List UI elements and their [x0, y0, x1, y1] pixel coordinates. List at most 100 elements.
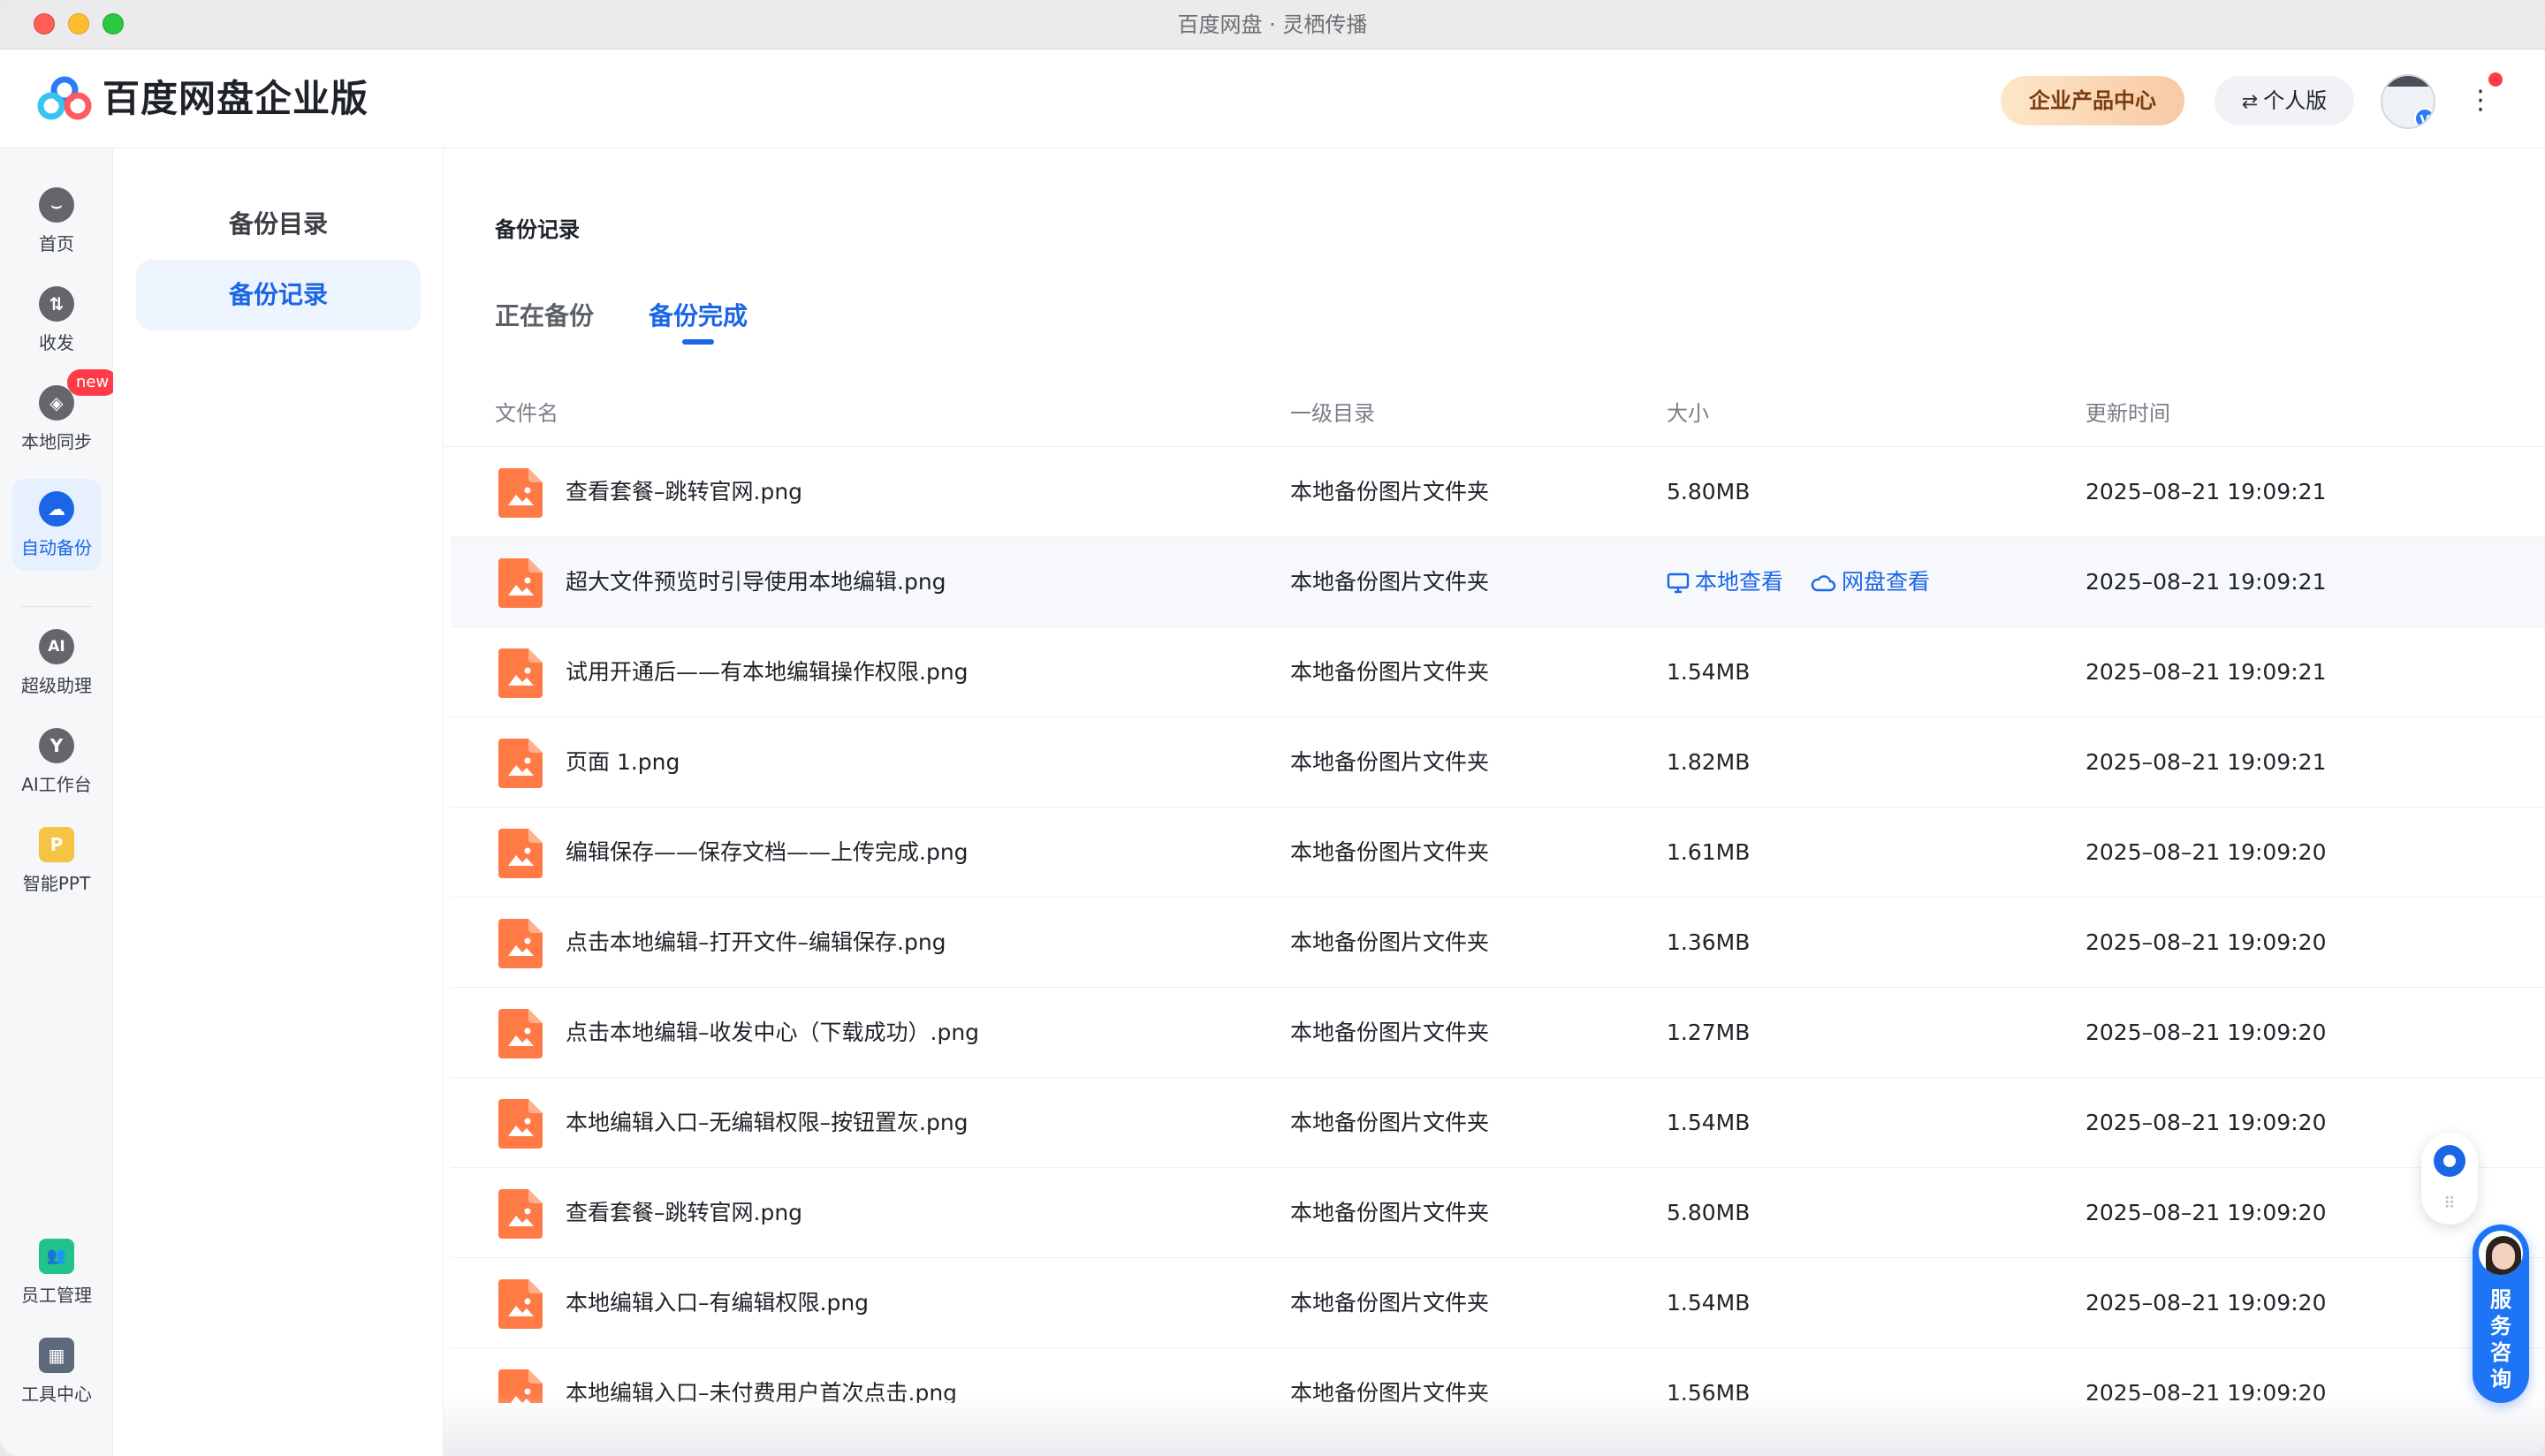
- switch-personal-button[interactable]: ⇄ 个人版: [2215, 76, 2354, 125]
- rail-item-home[interactable]: ⌣ 首页: [12, 175, 101, 267]
- column-header-name[interactable]: 文件名: [495, 380, 558, 447]
- more-menu-icon[interactable]: ⋮: [2467, 81, 2494, 120]
- table-row[interactable]: 点击本地编辑–收发中心（下载成功）.png 本地备份图片文件夹 1.27MB 2025…: [451, 988, 2545, 1078]
- rail-label: 本地同步: [21, 431, 92, 452]
- file-directory: 本地备份图片文件夹: [1290, 1290, 1490, 1316]
- file-directory: 本地备份图片文件夹: [1290, 839, 1490, 865]
- file-name: 查看套餐–跳转官网.png: [566, 1200, 803, 1225]
- table-row[interactable]: 页面 1.png 本地备份图片文件夹 1.82MB 2025–08–21 19:09:…: [451, 717, 2545, 808]
- table-row[interactable]: 点击本地编辑–打开文件–编辑保存.png 本地备份图片文件夹 1.36MB 2025–…: [451, 898, 2545, 988]
- rail-item-sync[interactable]: ◈ 本地同步 new: [12, 369, 118, 465]
- file-size: 1.27MB: [1667, 1020, 1751, 1045]
- table-row[interactable]: 超大文件预览时引导使用本地编辑.png 本地备份图片文件夹 本地查看 网盘查看 2025…: [451, 537, 2545, 627]
- tab-backing-up[interactable]: 正在备份: [495, 297, 594, 332]
- staff-icon: 👥: [39, 1239, 74, 1274]
- rail-item-ai-assistant[interactable]: AI 超级助理: [12, 617, 101, 709]
- file-name: 查看套餐–跳转官网.png: [566, 479, 803, 504]
- subnav-backup-records[interactable]: 备份记录: [136, 260, 421, 330]
- file-directory: 本地备份图片文件夹: [1290, 1110, 1490, 1135]
- floating-assistant[interactable]: ⠿: [2421, 1133, 2478, 1225]
- file-size: 1.36MB: [1667, 929, 1751, 955]
- column-header-time[interactable]: 更新时间: [2085, 380, 2170, 447]
- update-time: 2025–08–21 19:09:21: [2085, 479, 2327, 504]
- brand-title: 百度网盘企业版: [103, 77, 369, 120]
- image-file-icon: [498, 1009, 543, 1058]
- file-directory: 本地备份图片文件夹: [1290, 1200, 1490, 1225]
- enterprise-product-center-button[interactable]: 企业产品中心: [2001, 76, 2184, 125]
- image-file-icon: [498, 1099, 543, 1149]
- subnav-backup-directory[interactable]: 备份目录: [136, 189, 421, 260]
- list-fade: [444, 1394, 2545, 1456]
- ai-workbench-icon: Y: [39, 728, 74, 763]
- image-file-icon: [498, 1189, 543, 1239]
- column-header-dir[interactable]: 一级目录: [1290, 380, 1375, 447]
- tools-icon: ▦: [39, 1338, 74, 1373]
- cloud-icon: [1811, 575, 1836, 592]
- file-directory: 本地备份图片文件夹: [1290, 659, 1490, 685]
- file-name: 点击本地编辑–收发中心（下载成功）.png: [566, 1020, 980, 1045]
- service-consult-label: 服务咨询: [2490, 1287, 2511, 1392]
- table-row[interactable]: 本地编辑入口–无编辑权限–按钮置灰.png 本地备份图片文件夹 1.54MB 2025…: [451, 1078, 2545, 1168]
- file-directory: 本地备份图片文件夹: [1290, 1020, 1490, 1045]
- rail-item-tools[interactable]: ▦ 工具中心: [12, 1325, 101, 1417]
- update-time: 2025–08–21 19:09:21: [2085, 569, 2327, 595]
- home-icon: ⌣: [39, 187, 74, 223]
- update-time: 2025–08–21 19:09:21: [2085, 659, 2327, 685]
- file-size: 1.61MB: [1667, 839, 1751, 865]
- table-row[interactable]: 查看套餐–跳转官网.png 本地备份图片文件夹 5.80MB 2025–08–21 1…: [451, 1168, 2545, 1258]
- table-row[interactable]: 试用开通后——有本地编辑操作权限.png 本地备份图片文件夹 1.54MB 2025–…: [451, 627, 2545, 717]
- rail-item-cloud-backup[interactable]: ☁ 自动备份: [12, 479, 101, 571]
- cloud-view-button[interactable]: 网盘查看: [1810, 537, 1930, 627]
- column-header-size[interactable]: 大小: [1667, 380, 1709, 447]
- backup-file-list[interactable]: 查看套餐–跳转官网.png 本地备份图片文件夹 5.80MB 2025–08–21 1…: [451, 447, 2545, 1403]
- file-name: 超大文件预览时引导使用本地编辑.png: [566, 569, 946, 595]
- update-time: 2025–08–21 19:09:20: [2085, 1200, 2327, 1225]
- page-title: 备份记录: [495, 217, 580, 242]
- rail-label: 自动备份: [21, 537, 92, 558]
- file-directory: 本地备份图片文件夹: [1290, 749, 1490, 775]
- file-size: 1.54MB: [1667, 1110, 1751, 1135]
- table-row[interactable]: 查看套餐–跳转官网.png 本地备份图片文件夹 5.80MB 2025–08–21 1…: [451, 447, 2545, 537]
- rail-label: 收发: [39, 332, 74, 353]
- rail-item-transfer[interactable]: ⇅ 收发: [12, 274, 101, 366]
- notification-dot: [2488, 72, 2503, 87]
- rail-item-staff[interactable]: 👥 员工管理: [12, 1226, 101, 1318]
- tab-backup-completed[interactable]: 备份完成: [649, 297, 748, 332]
- main-content: 备份记录 正在备份 备份完成 文件名 一级目录 大小 更新时间 查看套餐–跳转官…: [444, 148, 2545, 1456]
- image-file-icon: [498, 829, 543, 878]
- local-view-label: 本地查看: [1695, 569, 1784, 595]
- service-consult-button[interactable]: 服务咨询: [2473, 1225, 2529, 1403]
- rail-label: AI工作台: [21, 774, 92, 795]
- image-file-icon: [498, 919, 543, 968]
- rail-label: 智能PPT: [22, 873, 91, 894]
- cloud-backup-icon: ☁: [39, 491, 74, 527]
- local-view-button[interactable]: 本地查看: [1667, 537, 1783, 627]
- file-size: 1.54MB: [1667, 659, 1751, 685]
- rail-label: 超级助理: [21, 675, 92, 696]
- cloud-view-label: 网盘查看: [1842, 569, 1931, 595]
- file-name: 试用开通后——有本地编辑操作权限.png: [566, 659, 969, 685]
- table-row[interactable]: 编辑保存——保存文档——上传完成.png 本地备份图片文件夹 1.61MB 2025–…: [451, 808, 2545, 898]
- assistant-icon[interactable]: [2434, 1145, 2465, 1177]
- app-window: 百度网盘 · 灵栖传播 百度网盘企业版 企业产品中心 ⇄ 个人版 V ⋮ ⌣ 首页 ⇅…: [0, 0, 2545, 1456]
- user-avatar[interactable]: V: [2381, 74, 2435, 129]
- new-badge: new: [67, 369, 118, 396]
- drag-handle-icon[interactable]: ⠿: [2421, 1194, 2478, 1213]
- file-directory: 本地备份图片文件夹: [1290, 479, 1490, 504]
- rail-item-ai-workbench[interactable]: Y AI工作台: [12, 716, 101, 808]
- update-time: 2025–08–21 19:09:21: [2085, 749, 2327, 775]
- switch-personal-label: 个人版: [2263, 88, 2328, 113]
- file-directory: 本地备份图片文件夹: [1290, 569, 1490, 595]
- image-file-icon: [498, 1279, 543, 1329]
- rail-item-ppt[interactable]: P 智能PPT: [12, 815, 101, 906]
- file-name: 点击本地编辑–打开文件–编辑保存.png: [566, 929, 946, 955]
- image-file-icon: [498, 648, 543, 698]
- file-name: 本地编辑入口–有编辑权限.png: [566, 1290, 870, 1316]
- window-title: 百度网盘 · 灵栖传播: [1177, 12, 1368, 37]
- active-tab-indicator: [682, 339, 714, 345]
- rail-label: 员工管理: [21, 1285, 92, 1306]
- table-row[interactable]: 本地编辑入口–有编辑权限.png 本地备份图片文件夹 1.54MB 2025–08–2…: [451, 1258, 2545, 1348]
- transfer-icon: ⇅: [39, 286, 74, 322]
- ai-assistant-icon: AI: [39, 629, 74, 664]
- monitor-icon: [1667, 573, 1690, 594]
